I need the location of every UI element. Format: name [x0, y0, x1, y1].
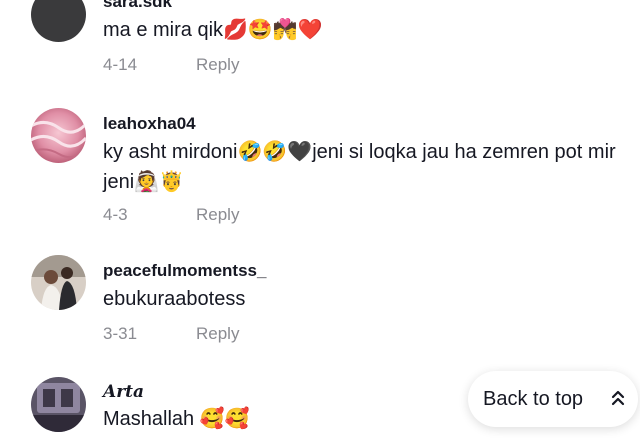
- comment-meta: 3-31 Reply: [103, 324, 239, 344]
- back-to-top-label: Back to top: [483, 387, 584, 410]
- avatar-image: [31, 255, 86, 310]
- avatar[interactable]: [31, 255, 86, 310]
- comment-username[interactable]: peacefulmomentss_: [103, 261, 266, 281]
- back-to-top-button[interactable]: Back to top: [468, 371, 638, 427]
- avatar-image: [31, 377, 86, 432]
- reply-button[interactable]: Reply: [196, 55, 239, 75]
- avatar[interactable]: [31, 0, 86, 42]
- reply-button[interactable]: Reply: [196, 205, 239, 225]
- avatar[interactable]: [31, 377, 86, 432]
- comment-username[interactable]: sara.sdk: [103, 0, 172, 12]
- comment-username[interactable]: 𝑨𝒓𝒕𝒂: [103, 382, 144, 402]
- reply-button[interactable]: Reply: [196, 324, 239, 344]
- comment-text: ebukuraabotess: [103, 288, 246, 310]
- comment-meta: 4-14 Reply: [103, 55, 239, 75]
- comment-username[interactable]: leahoxha04: [103, 114, 196, 134]
- comment-text: ky asht mirdoni🤣🤣🖤jeni si loqka jau ha z…: [103, 141, 616, 193]
- comment-date: 3-31: [103, 324, 138, 343]
- double-chevron-up-icon: [611, 390, 625, 406]
- comment-meta: 4-3 Reply: [103, 205, 239, 225]
- comment-date: 4-3: [103, 205, 128, 224]
- avatar[interactable]: [31, 108, 86, 163]
- comment-date: 4-14: [103, 55, 138, 74]
- avatar-image: [31, 108, 86, 163]
- comment-text: ma e mira qik💋🤩💏❤️: [103, 19, 323, 41]
